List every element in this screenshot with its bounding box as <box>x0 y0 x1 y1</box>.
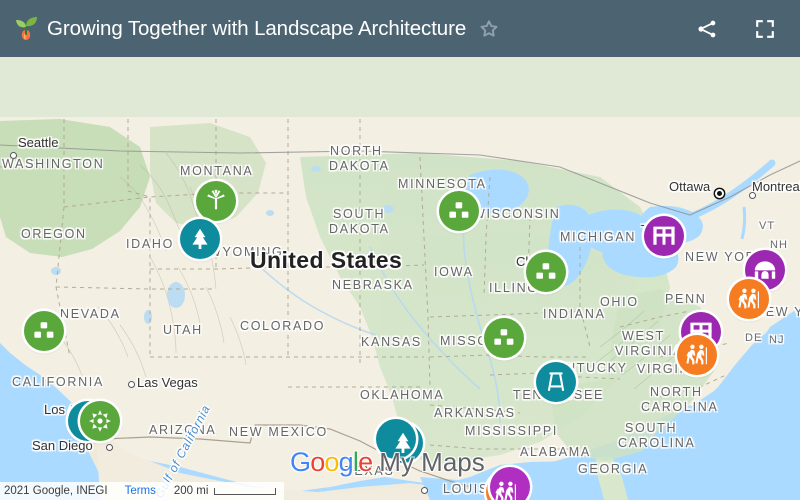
star-outline-icon[interactable] <box>478 18 500 40</box>
map-viewport[interactable]: WASHINGTON MONTANA NORTH DAKOTA SOUTH DAKOTA M… <box>0 57 800 500</box>
fullscreen-icon[interactable] <box>753 17 777 41</box>
swing-icon <box>544 370 568 394</box>
map-marker-park[interactable] <box>24 311 64 351</box>
terms-link[interactable]: Terms <box>125 485 156 497</box>
page-title: Growing Together with Landscape Architec… <box>47 16 467 40</box>
park-icon <box>32 319 56 343</box>
park-icon <box>492 326 516 350</box>
pine-tree-icon <box>391 431 415 455</box>
map-marker-bridge[interactable] <box>644 216 684 256</box>
share-icon[interactable] <box>695 17 719 41</box>
hikers-icon <box>494 480 518 500</box>
map-marker-pine-tree[interactable] <box>376 419 423 463</box>
map-attribution-bar: 2021 Google, INEGI Terms 200 mi <box>0 482 285 500</box>
map-marker-pine-tree[interactable] <box>180 219 220 259</box>
sprout-icon <box>13 14 39 44</box>
hikers-icon <box>737 287 761 311</box>
my-maps-embed: Growing Together with Landscape Architec… <box>0 0 800 500</box>
scale-bar <box>214 487 277 495</box>
hikers-icon <box>685 343 709 367</box>
map-marker-sparkle[interactable] <box>80 401 120 441</box>
scale-label: 200 mi <box>173 485 209 497</box>
park-icon <box>534 260 558 284</box>
park-icon <box>447 199 471 223</box>
map-marker-hikers[interactable] <box>677 335 717 375</box>
map-marker-park[interactable] <box>439 191 479 231</box>
pavilion-icon <box>753 258 777 282</box>
map-marker-swing[interactable] <box>536 362 576 402</box>
copyright-text: 2021 Google, INEGI <box>4 485 108 497</box>
map-marker-park[interactable] <box>526 252 566 292</box>
sparkle-icon <box>88 409 112 433</box>
fountain-icon <box>204 189 228 213</box>
map-marker-hikers[interactable] <box>486 467 530 500</box>
bridge-icon <box>652 224 676 248</box>
pine-tree-icon <box>188 227 212 251</box>
map-marker-fountain[interactable] <box>196 181 236 221</box>
map-header-bar: Growing Together with Landscape Architec… <box>0 0 800 57</box>
map-marker-park[interactable] <box>484 318 524 358</box>
map-marker-hikers[interactable] <box>729 279 769 319</box>
